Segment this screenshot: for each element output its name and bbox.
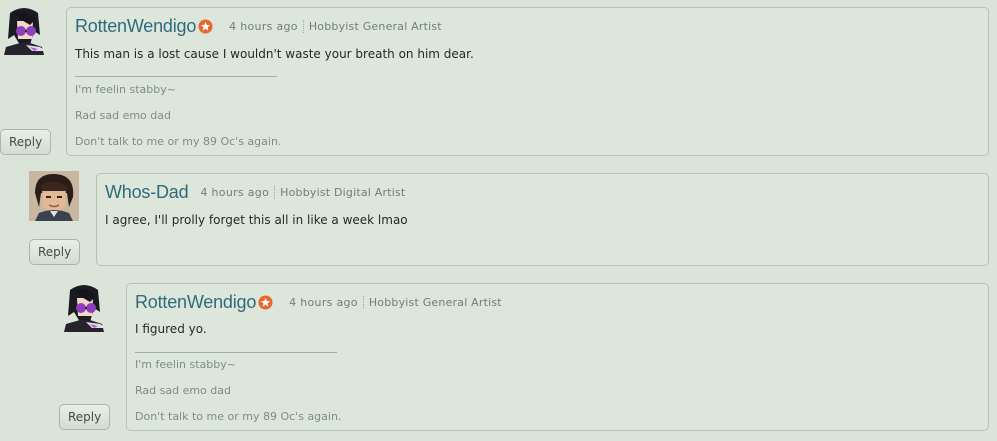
comment-meta: RottenWendigo 4 hours ago Hobbyist Gener… xyxy=(135,292,502,313)
goth-avatar-icon xyxy=(60,282,110,332)
user-role: Hobbyist General Artist xyxy=(368,296,502,309)
timestamp-link[interactable]: 4 hours ago xyxy=(289,296,364,309)
comment: RottenWendigo 4 hours ago Hobbyist Gener… xyxy=(0,0,997,441)
signature-line: Rad sad emo dad xyxy=(135,384,231,397)
signature-line: I'm feelin stabby~ xyxy=(135,358,236,371)
reply-button[interactable]: Reply xyxy=(59,404,111,430)
comment-thread: RottenWendigo 4 hours ago Hobbyist Gener… xyxy=(0,0,997,441)
signature-divider xyxy=(135,352,337,353)
avatar[interactable] xyxy=(60,282,110,332)
comment-bubble: RottenWendigo 4 hours ago Hobbyist Gener… xyxy=(126,283,989,431)
comment-text: I figured yo. xyxy=(135,322,207,336)
username-link[interactable]: RottenWendigo xyxy=(135,292,256,313)
core-member-badge-icon xyxy=(258,295,273,310)
signature-line: Don't talk to me or my 89 Oc's again. xyxy=(135,410,342,423)
